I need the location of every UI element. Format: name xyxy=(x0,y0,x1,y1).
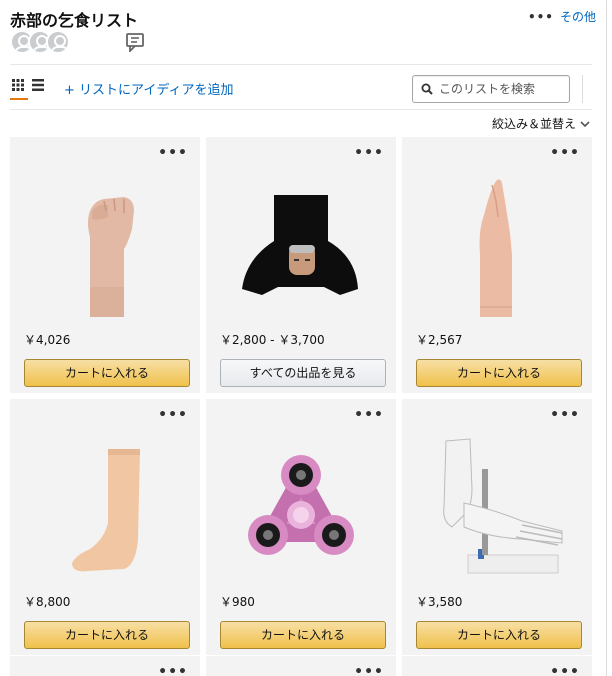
item-card[interactable]: ••• ￥980 カートに入れる xyxy=(206,399,396,655)
more-options-label: その他 xyxy=(559,10,596,24)
item-menu-icon[interactable]: ••• xyxy=(550,145,580,161)
more-options-link[interactable]: ••• その他 xyxy=(528,8,596,25)
item-price: ￥3,580 xyxy=(416,595,463,609)
see-all-offers-button[interactable]: すべての出品を見る xyxy=(220,359,386,387)
list-view-icon[interactable] xyxy=(32,79,44,91)
default-avatar-icon xyxy=(46,30,70,54)
grid-view-icon[interactable] xyxy=(12,79,24,91)
toolbar-separator xyxy=(582,75,583,103)
list-title: 赤部の乞食リスト xyxy=(10,11,139,30)
clenched-fist-arm-model-image[interactable] xyxy=(20,167,190,317)
foot-skeleton-model-image[interactable] xyxy=(412,429,582,579)
item-card[interactable]: ••• ￥3,580 カートに入れる xyxy=(402,399,592,655)
add-to-cart-button[interactable]: カートに入れる xyxy=(24,621,190,649)
chevron-down-icon xyxy=(580,120,590,127)
collaborator-avatars[interactable] xyxy=(10,30,76,56)
search-icon xyxy=(421,83,433,95)
item-menu-icon[interactable]: ••• xyxy=(158,145,188,161)
filter-sort-label: 絞込み＆並替え xyxy=(491,117,576,131)
item-card[interactable]: ••• xyxy=(10,656,200,676)
toolbar-divider xyxy=(10,109,592,110)
item-menu-icon[interactable]: ••• xyxy=(158,664,188,676)
list-toolbar: + リストにアイディアを追加 xyxy=(0,65,606,111)
item-card[interactable]: ••• ￥2,800 - ￥3,700 すべての出品を見る xyxy=(206,137,396,393)
black-costume-with-face-image[interactable] xyxy=(216,167,386,317)
add-to-cart-button[interactable]: カートに入れる xyxy=(220,621,386,649)
item-menu-icon[interactable]: ••• xyxy=(354,664,384,676)
item-menu-icon[interactable]: ••• xyxy=(354,407,384,423)
active-view-indicator xyxy=(10,98,28,100)
comment-icon[interactable] xyxy=(124,32,146,52)
more-dots-icon: ••• xyxy=(527,10,554,24)
item-menu-icon[interactable]: ••• xyxy=(550,407,580,423)
item-menu-icon[interactable]: ••• xyxy=(550,664,580,676)
add-to-cart-button[interactable]: カートに入れる xyxy=(416,359,582,387)
item-price: ￥4,026 xyxy=(24,333,71,347)
item-price: ￥980 xyxy=(220,595,255,609)
add-to-cart-button[interactable]: カートに入れる xyxy=(416,621,582,649)
list-search-input[interactable] xyxy=(439,80,567,98)
pink-fidget-spinner-image[interactable] xyxy=(216,429,386,579)
item-card[interactable]: ••• xyxy=(206,656,396,676)
item-menu-icon[interactable]: ••• xyxy=(158,407,188,423)
item-price: ￥2,800 - ￥3,700 xyxy=(220,333,325,347)
filter-sort-dropdown[interactable]: 絞込み＆並替え xyxy=(492,115,590,132)
list-search-box[interactable] xyxy=(412,75,570,103)
add-idea-link[interactable]: + リストにアイディアを追加 xyxy=(64,79,233,98)
add-to-cart-button[interactable]: カートに入れる xyxy=(24,359,190,387)
foot-model-image[interactable] xyxy=(20,429,190,579)
praying-hand-arm-model-image[interactable] xyxy=(412,167,582,317)
item-card[interactable]: ••• ￥4,026 カートに入れる xyxy=(10,137,200,393)
item-card[interactable]: ••• ￥2,567 カートに入れる xyxy=(402,137,592,393)
item-price: ￥8,800 xyxy=(24,595,71,609)
list-header: 赤部の乞食リスト ••• その他 xyxy=(0,0,606,64)
item-card[interactable]: ••• ￥8,800 カートに入れる xyxy=(10,399,200,655)
next-row-partial: ••• ••• ••• xyxy=(10,656,596,676)
item-price: ￥2,567 xyxy=(416,333,463,347)
panel-edge xyxy=(606,0,607,676)
item-card[interactable]: ••• xyxy=(402,656,592,676)
item-menu-icon[interactable]: ••• xyxy=(354,145,384,161)
